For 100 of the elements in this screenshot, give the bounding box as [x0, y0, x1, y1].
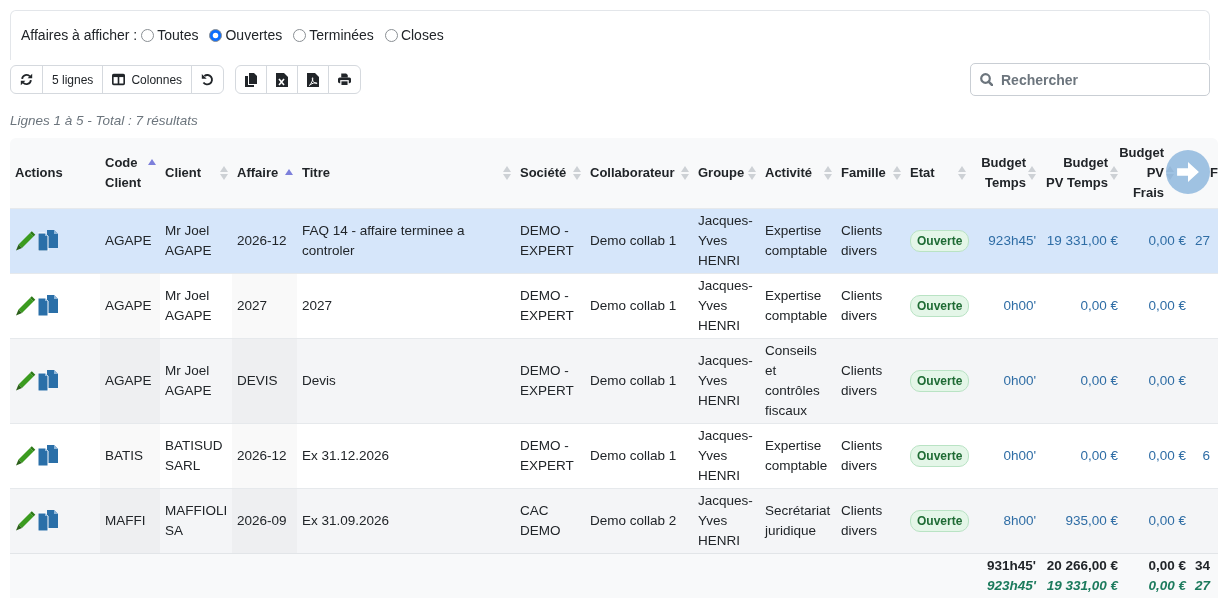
radio-label[interactable]: Terminées: [309, 25, 374, 46]
table-cell: 0h00': [970, 423, 1040, 488]
table-cell: 2026-09: [232, 488, 297, 553]
pdf-export-button[interactable]: [297, 65, 330, 94]
table-cell: 2026-12: [232, 423, 297, 488]
table-cell: Demo collab 1: [585, 208, 693, 273]
column-header[interactable]: Activité: [760, 138, 836, 208]
subtotal-value: 27: [1195, 576, 1210, 595]
table-cell: Ex 31.12.2026: [297, 423, 515, 488]
column-header: F: [1190, 138, 1218, 208]
pencil-icon[interactable]: [15, 295, 36, 316]
table-cell: 0h00': [970, 338, 1040, 423]
undo-icon: [201, 73, 215, 86]
table-cell: Jacques-Yves HENRI: [693, 208, 760, 273]
search-field[interactable]: Rechercher: [970, 63, 1210, 96]
table-cell: DEMO - EXPERT: [515, 273, 585, 338]
column-header[interactable]: Groupe: [693, 138, 760, 208]
table-cell: DEMO - EXPERT: [515, 423, 585, 488]
column-header[interactable]: Budget Temps: [970, 138, 1040, 208]
radio-button[interactable]: [209, 29, 223, 42]
table-cell: Clients divers: [836, 208, 905, 273]
pencil-icon[interactable]: [15, 445, 36, 466]
radio-label[interactable]: Closes: [400, 25, 444, 46]
table-cell: Jacques-Yves HENRI: [693, 338, 760, 423]
column-header[interactable]: Titre: [297, 138, 515, 208]
table-cell: 0,00 €: [1040, 423, 1122, 488]
filter-label: Affaires à afficher :: [21, 26, 138, 45]
refresh-button[interactable]: [10, 65, 43, 94]
radio-label[interactable]: Ouvertes: [225, 25, 283, 46]
column-header[interactable]: Collaborateur: [585, 138, 693, 208]
table-cell: 0,00 €: [1122, 208, 1190, 273]
total-value: 0,00 €: [1147, 556, 1186, 575]
column-header[interactable]: Affaire: [232, 138, 297, 208]
column-header: Actions: [10, 138, 100, 208]
table-cell: AGAPE: [100, 273, 160, 338]
table-cell: Expertise comptable: [760, 423, 836, 488]
column-header[interactable]: Etat: [905, 138, 970, 208]
table-cell: DEMO - EXPERT: [515, 208, 585, 273]
table-cell: DEVIS: [232, 338, 297, 423]
table-cell: MAFFI: [100, 488, 160, 553]
table-cell: Devis: [297, 338, 515, 423]
total-value: 20 266,00 €: [1045, 556, 1118, 575]
table-cell: Demo collab 1: [585, 423, 693, 488]
table-cell: Demo collab 1: [585, 273, 693, 338]
table-cell: AGAPE: [100, 338, 160, 423]
status-badge: Ouverte: [910, 369, 970, 392]
page-size-button[interactable]: 5 lignes: [42, 65, 104, 94]
radio-label[interactable]: Toutes: [157, 25, 199, 46]
table-cell: Mr Joel AGAPE: [160, 273, 232, 338]
documents-icon[interactable]: [38, 510, 58, 531]
table-cell: 27: [1190, 208, 1218, 273]
table-cell: Clients divers: [836, 423, 905, 488]
radio-button[interactable]: [293, 29, 307, 42]
table-cell: Conseils et contrôles fiscaux: [760, 338, 836, 423]
search-icon: [980, 73, 993, 86]
table-cell: AGAPE: [100, 208, 160, 273]
table-cell: 0,00 €: [1122, 423, 1190, 488]
pdf-file-icon: [307, 72, 320, 87]
radio-button[interactable]: [141, 29, 155, 42]
documents-icon[interactable]: [38, 295, 58, 316]
status-badge: Ouverte: [910, 229, 970, 252]
columns-icon: [112, 73, 126, 86]
table-cell: BATIS: [100, 423, 160, 488]
reset-button[interactable]: [191, 65, 225, 94]
column-header[interactable]: Code Client: [100, 138, 160, 208]
print-button[interactable]: [328, 65, 362, 94]
table-cell: 0,00 €: [1122, 338, 1190, 423]
table-cell: 0,00 €: [1040, 273, 1122, 338]
copy-button[interactable]: [235, 65, 268, 94]
column-header[interactable]: Famille: [836, 138, 905, 208]
excel-file-icon: [276, 72, 289, 87]
results-summary: Lignes 1 à 5 - Total : 7 résultats: [10, 112, 198, 130]
table-cell: 2027: [297, 273, 515, 338]
columns-button[interactable]: Colonnes: [102, 65, 193, 94]
status-badge: Ouverte: [910, 509, 970, 532]
subtotal-value: 0,00 €: [1147, 576, 1186, 595]
table-cell: DEMO - EXPERT: [515, 338, 585, 423]
column-header[interactable]: Société: [515, 138, 585, 208]
documents-icon[interactable]: [38, 230, 58, 251]
documents-icon[interactable]: [38, 445, 58, 466]
pencil-icon[interactable]: [15, 370, 36, 391]
subtotal-value: 923h45': [986, 576, 1036, 595]
radio-button[interactable]: [384, 29, 398, 42]
table-cell: 923h45': [970, 208, 1040, 273]
status-badge: Ouverte: [910, 294, 970, 317]
column-header[interactable]: Client: [160, 138, 232, 208]
total-value: 34: [1195, 556, 1210, 575]
excel-export-button[interactable]: [266, 65, 299, 94]
table-cell: Jacques-Yves HENRI: [693, 273, 760, 338]
table-cell: 2027: [232, 273, 297, 338]
documents-icon: [245, 72, 258, 87]
printer-icon: [338, 73, 352, 86]
pencil-icon[interactable]: [15, 510, 36, 531]
subtotal-value: 19 331,00 €: [1045, 576, 1118, 595]
table-cell: 19 331,00 €: [1040, 208, 1122, 273]
table-cell: 0,00 €: [1040, 338, 1122, 423]
arrow-right-icon: [1177, 162, 1199, 182]
pencil-icon[interactable]: [15, 230, 36, 251]
table-cell: 6: [1190, 423, 1218, 488]
documents-icon[interactable]: [38, 370, 58, 391]
